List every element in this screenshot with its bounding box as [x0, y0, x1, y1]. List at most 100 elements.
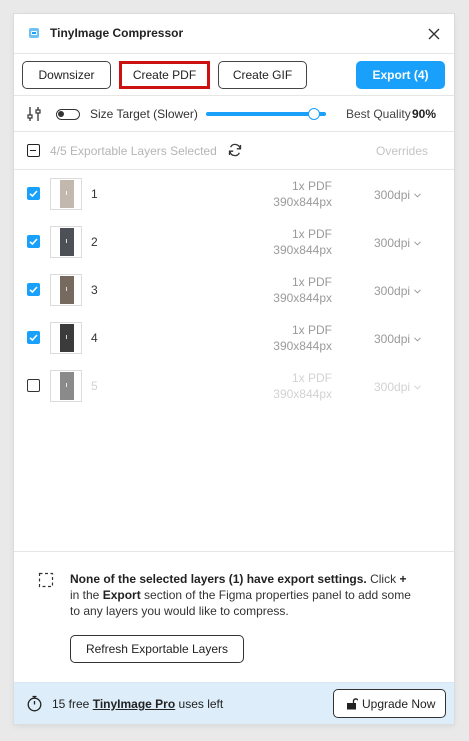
- adjustments-icon: [27, 107, 41, 121]
- select-all-checkbox[interactable]: [27, 144, 40, 157]
- layer-checkbox[interactable]: [27, 187, 40, 200]
- layer-thumbnail-image: [60, 276, 74, 304]
- layer-row[interactable]: 2 1x PDF 390x844px 300dpi: [14, 218, 454, 266]
- layer-thumbnail-image: [60, 324, 74, 352]
- layer-dpi-select[interactable]: 300dpi: [374, 187, 421, 202]
- create-gif-button[interactable]: Create GIF: [218, 61, 307, 89]
- refresh-icon[interactable]: [227, 142, 243, 158]
- layer-format: 1x PDF: [291, 179, 332, 193]
- layer-row[interactable]: 5 1x PDF 390x844px 300dpi: [14, 362, 454, 410]
- notice-text-3: in the: [70, 588, 103, 602]
- checkmark-icon: [29, 286, 38, 294]
- checkmark-icon: [29, 334, 38, 342]
- selection-summary: 4/5 Exportable Layers Selected: [50, 144, 217, 158]
- layer-dpi-value: 300dpi: [374, 332, 411, 346]
- free-uses-prefix: 15 free: [52, 697, 93, 711]
- layer-format: 1x PDF: [291, 275, 332, 289]
- layer-thumbnail: [50, 322, 82, 354]
- layer-export-info: 1x PDF 390x844px: [273, 178, 332, 210]
- stopwatch-icon: [27, 695, 42, 712]
- layer-thumbnail-image: [60, 180, 74, 208]
- close-icon[interactable]: [424, 24, 444, 44]
- notice-plus: +: [399, 572, 407, 586]
- chevron-down-icon: [414, 331, 421, 345]
- layer-row[interactable]: 3 1x PDF 390x844px 300dpi: [14, 266, 454, 314]
- layer-name: 1: [91, 187, 98, 201]
- unlock-icon: [347, 698, 358, 710]
- layer-checkbox[interactable]: [27, 235, 40, 248]
- layer-thumbnail-image: [60, 372, 74, 400]
- app-title: TinyImage Compressor: [50, 26, 184, 40]
- layer-size: 390x844px: [273, 291, 332, 305]
- layer-size: 390x844px: [273, 339, 332, 353]
- chevron-down-icon: [414, 235, 421, 249]
- downsizer-button[interactable]: Downsizer: [22, 61, 111, 89]
- layer-checkbox[interactable]: [27, 379, 40, 392]
- upgrade-now-label: Upgrade Now: [362, 697, 436, 711]
- layer-dpi-value: 300dpi: [374, 236, 411, 250]
- chevron-down-icon: [414, 187, 421, 201]
- layer-export-info: 1x PDF 390x844px: [273, 274, 332, 306]
- export-notice: None of the selected layers (1) have exp…: [14, 551, 454, 682]
- layer-name: 3: [91, 283, 98, 297]
- layer-size: 390x844px: [273, 243, 332, 257]
- size-target-bar: Size Target (Slower) Best Quality 90%: [14, 96, 454, 132]
- size-target-label: Size Target (Slower): [90, 107, 198, 121]
- layer-thumbnail: [50, 274, 82, 306]
- notice-text-2: Click: [366, 572, 400, 586]
- layer-export-info: 1x PDF 390x844px: [273, 226, 332, 258]
- layer-thumbnail: [50, 178, 82, 210]
- layer-dpi-select[interactable]: 300dpi: [374, 331, 421, 346]
- notice-export-word: Export: [102, 588, 141, 602]
- footer: 15 free TinyImage Pro uses left Upgrade …: [14, 682, 454, 724]
- refresh-exportable-layers-button[interactable]: Refresh Exportable Layers: [70, 635, 244, 663]
- layer-size: 390x844px: [273, 195, 332, 209]
- layer-thumbnail: [50, 370, 82, 402]
- layer-thumbnail: [50, 226, 82, 258]
- layer-checkbox[interactable]: [27, 331, 40, 344]
- layer-dpi-value: 300dpi: [374, 380, 411, 394]
- layer-size: 390x844px: [273, 387, 332, 401]
- overrides-label: Overrides: [376, 144, 429, 158]
- tinyimage-logo-icon: [29, 28, 39, 38]
- size-target-toggle[interactable]: [56, 109, 80, 120]
- quality-value: 90%: [412, 107, 437, 121]
- layer-dpi-select[interactable]: 300dpi: [374, 283, 421, 298]
- notice-text: None of the selected layers (1) have exp…: [70, 571, 415, 619]
- layer-export-info: 1x PDF 390x844px: [273, 370, 332, 402]
- free-uses-text: 15 free TinyImage Pro uses left: [52, 697, 223, 711]
- dashed-frame-icon: [38, 572, 54, 588]
- free-uses-suffix: uses left: [175, 697, 224, 711]
- layer-row[interactable]: 4 1x PDF 390x844px 300dpi: [14, 314, 454, 362]
- layer-dpi-select[interactable]: 300dpi: [374, 235, 421, 250]
- layer-dpi-value: 300dpi: [374, 284, 411, 298]
- layer-format: 1x PDF: [291, 371, 332, 385]
- layer-dpi-select[interactable]: 300dpi: [374, 379, 421, 394]
- upgrade-now-button[interactable]: Upgrade Now: [333, 689, 446, 718]
- selection-bar: 4/5 Exportable Layers Selected Overrides: [14, 132, 454, 170]
- layer-format: 1x PDF: [291, 323, 332, 337]
- layer-name: 4: [91, 331, 98, 345]
- layer-checkbox[interactable]: [27, 283, 40, 296]
- layer-format: 1x PDF: [291, 227, 332, 241]
- notice-bold-text: None of the selected layers (1) have exp…: [70, 572, 367, 586]
- layer-row[interactable]: 1 1x PDF 390x844px 300dpi: [14, 170, 454, 218]
- create-pdf-button[interactable]: Create PDF: [119, 61, 210, 89]
- chevron-down-icon: [414, 379, 421, 393]
- layer-name: 5: [91, 379, 98, 393]
- layer-thumbnail-image: [60, 228, 74, 256]
- title-bar: TinyImage Compressor: [14, 14, 454, 54]
- layer-export-info: 1x PDF 390x844px: [273, 322, 332, 354]
- plugin-panel: TinyImage Compressor Downsizer Create PD…: [14, 14, 454, 724]
- quality-label: Best Quality: [346, 107, 411, 121]
- tinyimage-pro-link[interactable]: TinyImage Pro: [93, 697, 175, 711]
- chevron-down-icon: [414, 283, 421, 297]
- slider-thumb[interactable]: [308, 108, 320, 120]
- layer-name: 2: [91, 235, 98, 249]
- checkmark-icon: [29, 238, 38, 246]
- export-button[interactable]: Export (4): [356, 61, 445, 89]
- checkmark-icon: [29, 190, 38, 198]
- quality-slider[interactable]: [206, 108, 326, 120]
- toolbar: Downsizer Create PDF Create GIF Export (…: [14, 54, 454, 96]
- layer-dpi-value: 300dpi: [374, 188, 411, 202]
